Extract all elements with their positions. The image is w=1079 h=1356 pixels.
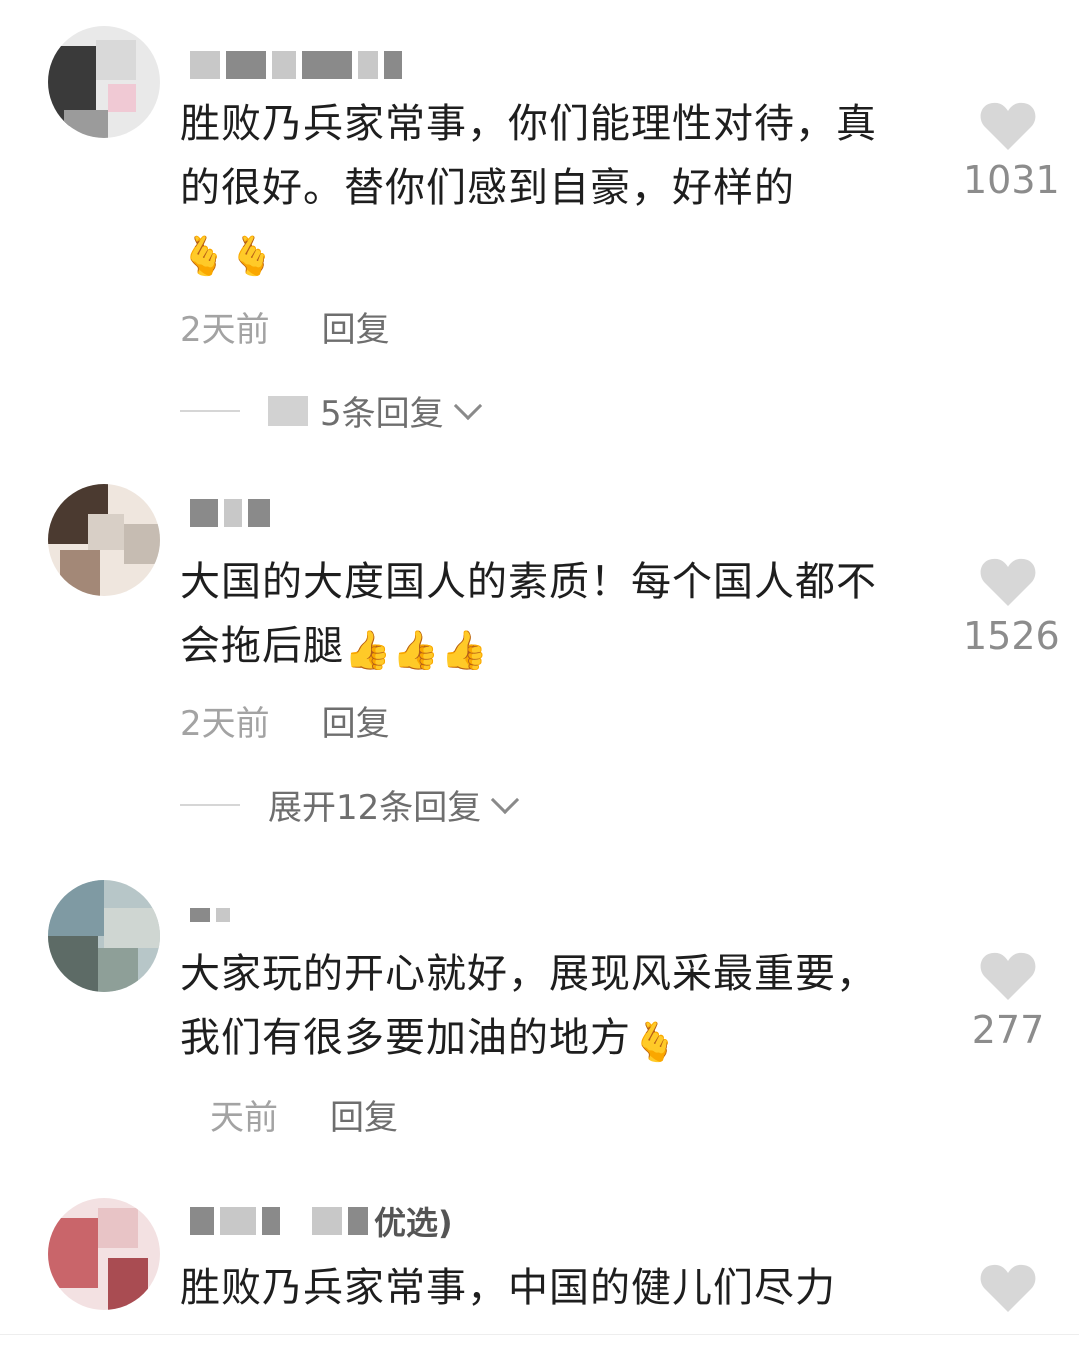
- heart-icon[interactable]: [979, 950, 1037, 1002]
- expand-label: 5条回复: [320, 394, 444, 434]
- username[interactable]: [190, 898, 230, 932]
- reply-button[interactable]: 回复: [330, 1090, 398, 1139]
- like-count: 1526: [963, 614, 1060, 658]
- like-control[interactable]: 1526: [963, 556, 1060, 658]
- comment-body: 大家玩的开心就好，展现风采最重要，我们有很多要加油的地方: [180, 951, 877, 1061]
- like-control[interactable]: [963, 1262, 1053, 1314]
- comment-meta: 2天前 回复: [180, 696, 390, 745]
- chevron-down-icon: [491, 785, 520, 814]
- username-tail: 优选): [374, 1204, 453, 1242]
- comment-text: 胜败乃兵家常事，中国的健儿们尽力: [180, 1256, 910, 1320]
- redacted-block: [268, 395, 308, 426]
- comment-meta: 2天前 回复: [180, 302, 390, 351]
- finger-heart-emoji: 🫰: [631, 1020, 680, 1064]
- expand-replies-button[interactable]: 5条回复: [180, 386, 482, 435]
- comment-text: 大国的大度国人的素质！每个国人都不会拖后腿👍👍👍: [180, 550, 910, 678]
- heart-icon[interactable]: [979, 556, 1037, 608]
- divider: [180, 409, 240, 412]
- like-control[interactable]: 277: [963, 950, 1053, 1052]
- timestamp: 2天前: [180, 310, 270, 350]
- comment-body: 大国的大度国人的素质！每个国人都不会拖后腿: [180, 559, 877, 669]
- avatar[interactable]: [48, 1198, 160, 1310]
- timestamp: 天前: [210, 1098, 278, 1138]
- avatar[interactable]: [48, 880, 160, 992]
- username[interactable]: [190, 48, 402, 82]
- heart-icon[interactable]: [979, 100, 1037, 152]
- divider: [180, 803, 240, 806]
- avatar[interactable]: [48, 484, 160, 596]
- thumbs-up-emoji: 👍👍👍: [344, 628, 489, 672]
- username[interactable]: [190, 496, 270, 530]
- username[interactable]: 优选): [190, 1204, 453, 1242]
- divider: [0, 1334, 1079, 1335]
- comment-text: 胜败乃兵家常事，你们能理性对待，真的很好。替你们感到自豪，好样的 🫰🫰: [180, 92, 910, 284]
- chevron-down-icon: [453, 391, 482, 420]
- reply-button[interactable]: 回复: [322, 302, 390, 351]
- heart-icon[interactable]: [979, 1262, 1037, 1314]
- finger-heart-emoji: 🫰🫰: [180, 234, 277, 278]
- comment-body: 胜败乃兵家常事，你们能理性对待，真的很好。替你们感到自豪，好样的: [180, 101, 877, 211]
- expand-replies-button[interactable]: 展开12条回复: [180, 780, 520, 829]
- reply-button[interactable]: 回复: [322, 696, 390, 745]
- comment-text: 大家玩的开心就好，展现风采最重要，我们有很多要加油的地方🫰: [180, 942, 910, 1070]
- avatar[interactable]: [48, 26, 160, 138]
- comment-meta: 天前 回复: [180, 1090, 398, 1139]
- like-count: 277: [971, 1008, 1045, 1052]
- expand-label: 展开12条回复: [268, 788, 482, 828]
- comment-body: 胜败乃兵家常事，中国的健儿们尽力: [180, 1265, 836, 1311]
- like-control[interactable]: 1031: [963, 100, 1060, 202]
- timestamp: 2天前: [180, 704, 270, 744]
- like-count: 1031: [963, 158, 1060, 202]
